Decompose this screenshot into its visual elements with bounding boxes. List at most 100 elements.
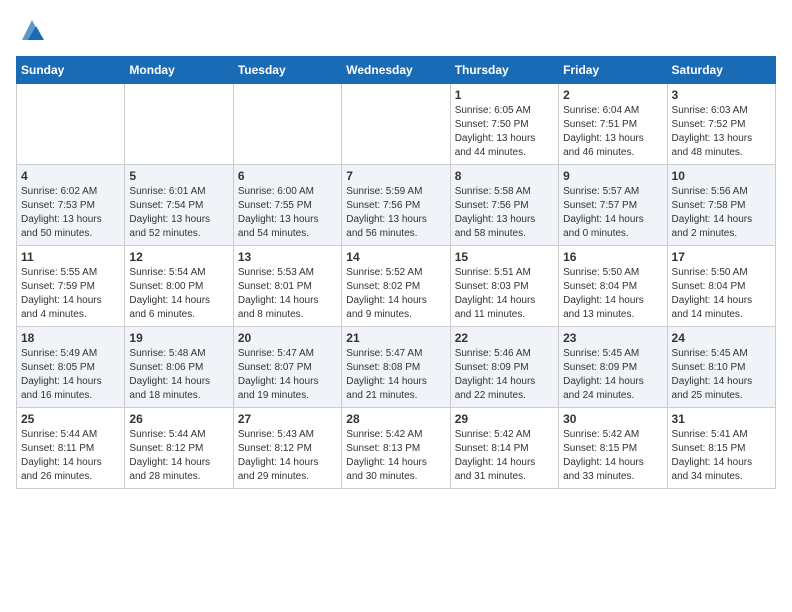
day-number: 19: [129, 331, 228, 345]
calendar-week-row: 25 Sunrise: 5:44 AM Sunset: 8:11 PM Dayli…: [17, 408, 776, 489]
weekday-header: Sunday: [17, 57, 125, 84]
day-info: Sunrise: 5:44 AM Sunset: 8:11 PM Dayligh…: [21, 428, 120, 484]
day-info: Sunrise: 5:55 AM Sunset: 7:59 PM Dayligh…: [21, 266, 120, 322]
day-info: Sunrise: 5:46 AM Sunset: 8:09 PM Dayligh…: [455, 347, 554, 403]
day-number: 1: [455, 88, 554, 102]
calendar-cell: 29Sunrise: 5:42 AM Sunset: 8:14 PM Dayli…: [450, 408, 558, 489]
weekday-header: Thursday: [450, 57, 558, 84]
calendar-cell: 20Sunrise: 5:47 AM Sunset: 8:07 PM Dayli…: [233, 327, 341, 408]
day-number: 14: [346, 250, 445, 264]
calendar-cell: 23 Sunrise: 5:45 AM Sunset: 8:09 PM Dayli…: [559, 327, 667, 408]
calendar-cell: 10 Sunrise: 5:56 AM Sunset: 7:58 PM Dayli…: [667, 165, 775, 246]
day-info: Sunrise: 6:00 AM Sunset: 7:55 PM Dayligh…: [238, 185, 337, 241]
calendar-week-row: 18 Sunrise: 5:49 AM Sunset: 8:05 PM Dayli…: [17, 327, 776, 408]
day-info: Sunrise: 6:05 AM Sunset: 7:50 PM Dayligh…: [455, 104, 554, 160]
day-number: 12: [129, 250, 228, 264]
day-number: 2: [563, 88, 662, 102]
weekday-header: Monday: [125, 57, 233, 84]
day-info: Sunrise: 5:43 AM Sunset: 8:12 PM Dayligh…: [238, 428, 337, 484]
day-info: Sunrise: 5:50 AM Sunset: 8:04 PM Dayligh…: [563, 266, 662, 322]
calendar-cell: 18 Sunrise: 5:49 AM Sunset: 8:05 PM Dayli…: [17, 327, 125, 408]
day-info: Sunrise: 6:03 AM Sunset: 7:52 PM Dayligh…: [672, 104, 771, 160]
calendar-cell: 5Sunrise: 6:01 AM Sunset: 7:54 PM Daylig…: [125, 165, 233, 246]
calendar-cell: 28 Sunrise: 5:42 AM Sunset: 8:13 PM Dayli…: [342, 408, 450, 489]
day-number: 31: [672, 412, 771, 426]
day-info: Sunrise: 5:42 AM Sunset: 8:14 PM Dayligh…: [455, 428, 554, 484]
day-number: 27: [238, 412, 337, 426]
calendar-cell: 6 Sunrise: 6:00 AM Sunset: 7:55 PM Daylig…: [233, 165, 341, 246]
day-number: 17: [672, 250, 771, 264]
day-number: 28: [346, 412, 445, 426]
day-info: Sunrise: 6:02 AM Sunset: 7:53 PM Dayligh…: [21, 185, 120, 241]
day-number: 15: [455, 250, 554, 264]
calendar-cell: 15 Sunrise: 5:51 AM Sunset: 8:03 PM Dayli…: [450, 246, 558, 327]
day-number: 23: [563, 331, 662, 345]
calendar-cell: 26 Sunrise: 5:44 AM Sunset: 8:12 PM Dayli…: [125, 408, 233, 489]
day-info: Sunrise: 5:44 AM Sunset: 8:12 PM Dayligh…: [129, 428, 228, 484]
day-info: Sunrise: 5:59 AM Sunset: 7:56 PM Dayligh…: [346, 185, 445, 241]
calendar-cell: 31Sunrise: 5:41 AM Sunset: 8:15 PM Dayli…: [667, 408, 775, 489]
calendar-cell: [342, 84, 450, 165]
day-info: Sunrise: 5:58 AM Sunset: 7:56 PM Dayligh…: [455, 185, 554, 241]
day-info: Sunrise: 6:04 AM Sunset: 7:51 PM Dayligh…: [563, 104, 662, 160]
day-number: 4: [21, 169, 120, 183]
day-number: 20: [238, 331, 337, 345]
day-number: 10: [672, 169, 771, 183]
day-info: Sunrise: 5:42 AM Sunset: 8:13 PM Dayligh…: [346, 428, 445, 484]
calendar-cell: 25 Sunrise: 5:44 AM Sunset: 8:11 PM Dayli…: [17, 408, 125, 489]
day-info: Sunrise: 5:51 AM Sunset: 8:03 PM Dayligh…: [455, 266, 554, 322]
calendar-cell: 21 Sunrise: 5:47 AM Sunset: 8:08 PM Dayli…: [342, 327, 450, 408]
day-info: Sunrise: 5:49 AM Sunset: 8:05 PM Dayligh…: [21, 347, 120, 403]
calendar-table: SundayMondayTuesdayWednesdayThursdayFrid…: [16, 56, 776, 489]
day-number: 3: [672, 88, 771, 102]
calendar-cell: 27 Sunrise: 5:43 AM Sunset: 8:12 PM Dayli…: [233, 408, 341, 489]
day-info: Sunrise: 5:47 AM Sunset: 8:08 PM Dayligh…: [346, 347, 445, 403]
calendar-cell: [17, 84, 125, 165]
day-info: Sunrise: 5:54 AM Sunset: 8:00 PM Dayligh…: [129, 266, 228, 322]
calendar-cell: [233, 84, 341, 165]
calendar-header: SundayMondayTuesdayWednesdayThursdayFrid…: [17, 57, 776, 84]
calendar-cell: 13Sunrise: 5:53 AM Sunset: 8:01 PM Dayli…: [233, 246, 341, 327]
day-number: 8: [455, 169, 554, 183]
weekday-header: Saturday: [667, 57, 775, 84]
day-info: Sunrise: 5:57 AM Sunset: 7:57 PM Dayligh…: [563, 185, 662, 241]
day-number: 24: [672, 331, 771, 345]
calendar-cell: 8 Sunrise: 5:58 AM Sunset: 7:56 PM Daylig…: [450, 165, 558, 246]
calendar-cell: 7 Sunrise: 5:59 AM Sunset: 7:56 PM Daylig…: [342, 165, 450, 246]
day-number: 25: [21, 412, 120, 426]
day-number: 26: [129, 412, 228, 426]
calendar-cell: 17 Sunrise: 5:50 AM Sunset: 8:04 PM Dayli…: [667, 246, 775, 327]
weekday-header: Tuesday: [233, 57, 341, 84]
day-number: 18: [21, 331, 120, 345]
day-number: 21: [346, 331, 445, 345]
day-number: 6: [238, 169, 337, 183]
day-info: Sunrise: 5:42 AM Sunset: 8:15 PM Dayligh…: [563, 428, 662, 484]
day-number: 9: [563, 169, 662, 183]
calendar-cell: 3 Sunrise: 6:03 AM Sunset: 7:52 PM Daylig…: [667, 84, 775, 165]
logo: [16, 16, 46, 44]
calendar-cell: 12 Sunrise: 5:54 AM Sunset: 8:00 PM Dayli…: [125, 246, 233, 327]
calendar-week-row: 11 Sunrise: 5:55 AM Sunset: 7:59 PM Dayli…: [17, 246, 776, 327]
calendar-cell: 9 Sunrise: 5:57 AM Sunset: 7:57 PM Daylig…: [559, 165, 667, 246]
calendar-cell: 16 Sunrise: 5:50 AM Sunset: 8:04 PM Dayli…: [559, 246, 667, 327]
weekday-header: Friday: [559, 57, 667, 84]
calendar-cell: 2 Sunrise: 6:04 AM Sunset: 7:51 PM Daylig…: [559, 84, 667, 165]
day-info: Sunrise: 5:50 AM Sunset: 8:04 PM Dayligh…: [672, 266, 771, 322]
day-number: 7: [346, 169, 445, 183]
page-header: [16, 16, 776, 44]
calendar-cell: 1 Sunrise: 6:05 AM Sunset: 7:50 PM Daylig…: [450, 84, 558, 165]
day-number: 16: [563, 250, 662, 264]
calendar-cell: 11 Sunrise: 5:55 AM Sunset: 7:59 PM Dayli…: [17, 246, 125, 327]
day-number: 11: [21, 250, 120, 264]
day-info: Sunrise: 5:53 AM Sunset: 8:01 PM Dayligh…: [238, 266, 337, 322]
logo-icon: [18, 16, 46, 44]
day-info: Sunrise: 5:48 AM Sunset: 8:06 PM Dayligh…: [129, 347, 228, 403]
day-info: Sunrise: 5:45 AM Sunset: 8:10 PM Dayligh…: [672, 347, 771, 403]
day-info: Sunrise: 5:52 AM Sunset: 8:02 PM Dayligh…: [346, 266, 445, 322]
day-number: 5: [129, 169, 228, 183]
calendar-week-row: 4 Sunrise: 6:02 AM Sunset: 7:53 PM Daylig…: [17, 165, 776, 246]
calendar-cell: 4 Sunrise: 6:02 AM Sunset: 7:53 PM Daylig…: [17, 165, 125, 246]
calendar-cell: 22Sunrise: 5:46 AM Sunset: 8:09 PM Dayli…: [450, 327, 558, 408]
day-info: Sunrise: 5:56 AM Sunset: 7:58 PM Dayligh…: [672, 185, 771, 241]
day-info: Sunrise: 5:45 AM Sunset: 8:09 PM Dayligh…: [563, 347, 662, 403]
